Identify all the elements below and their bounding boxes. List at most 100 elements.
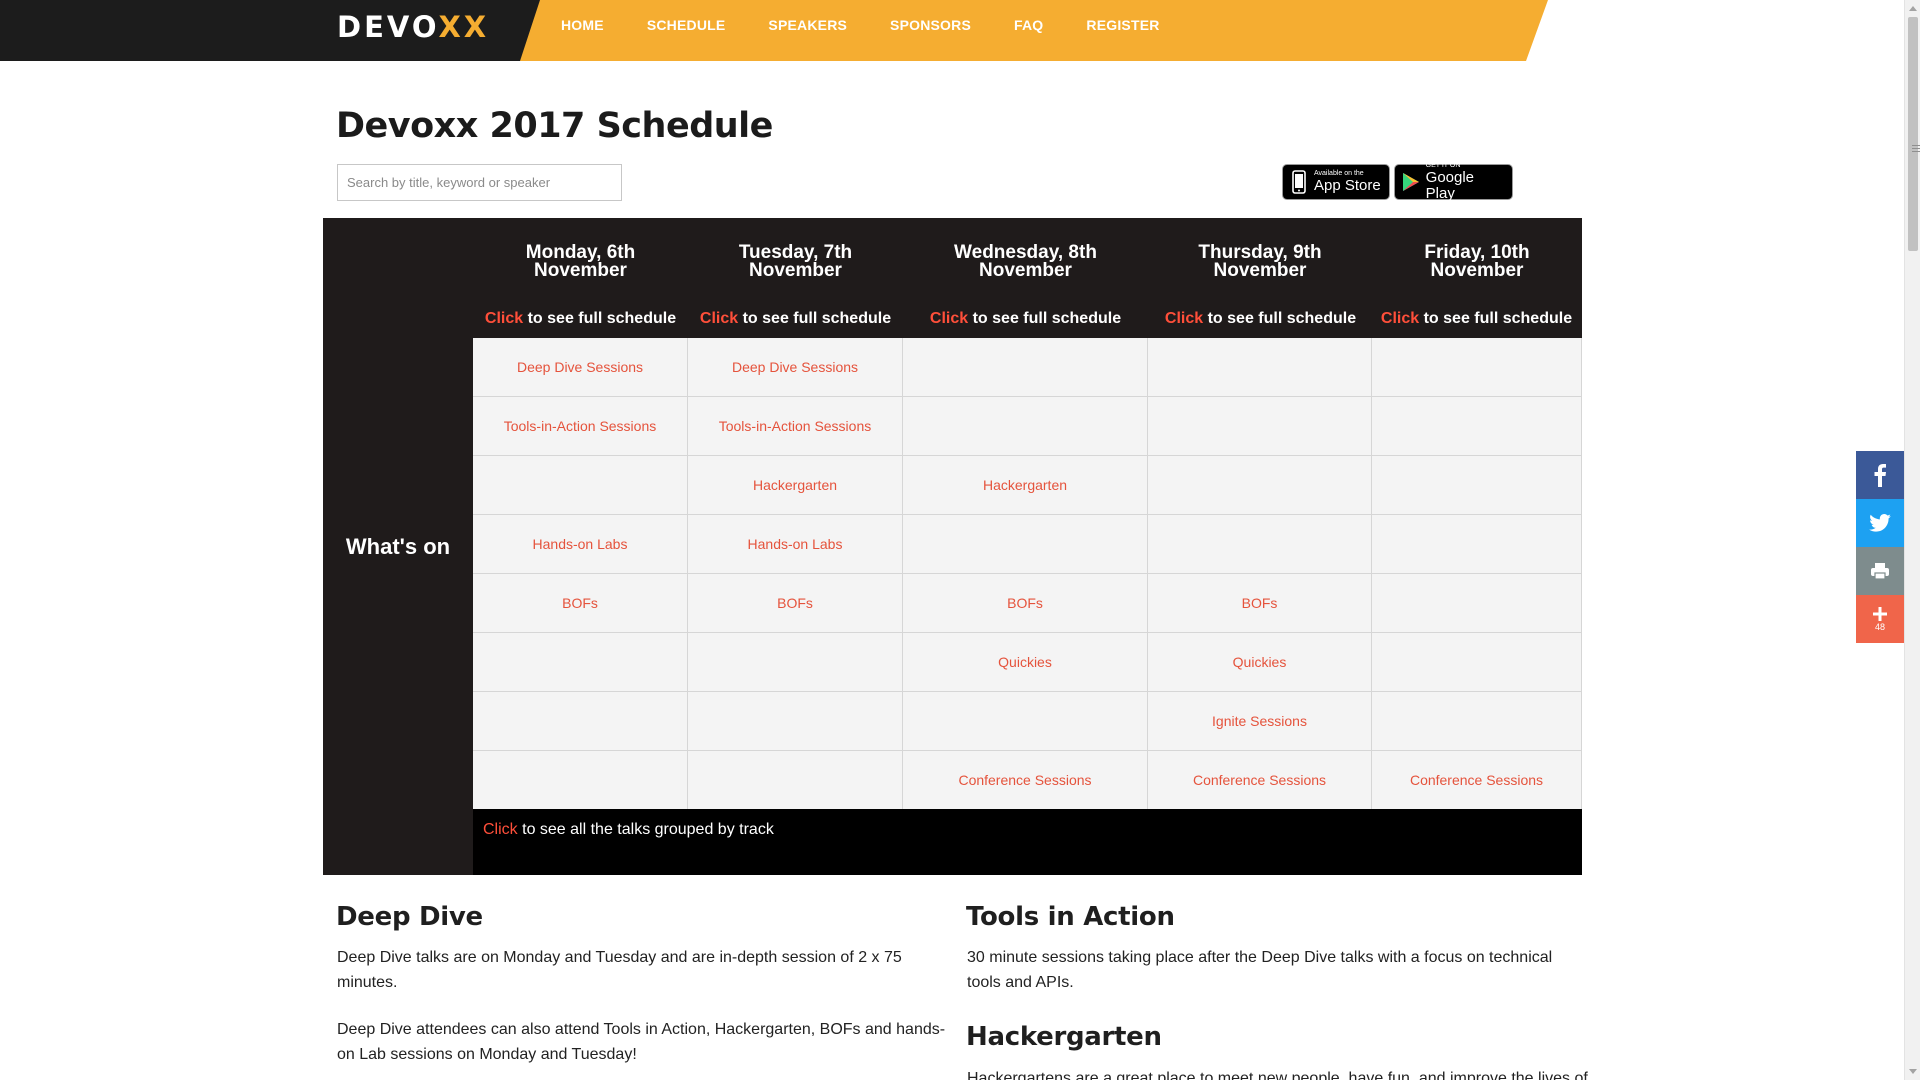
nav-home[interactable]: HOME (561, 17, 604, 33)
plus-icon (1873, 607, 1887, 621)
session-cell[interactable]: Hands-on Labs (473, 515, 688, 574)
grouped-by-track-link[interactable]: Click to see all the talks grouped by tr… (473, 809, 1582, 875)
empty-session-cell (1372, 574, 1582, 633)
tools-line2: tools and APIs. (967, 974, 1074, 991)
google-play-button[interactable]: GET IT ON Google Play (1394, 162, 1513, 202)
session-cell[interactable]: Hackergarten (688, 456, 903, 515)
session-link[interactable]: Hackergarten (753, 477, 837, 493)
full-schedule-text: to see full schedule (523, 310, 677, 327)
click-word: Click (483, 821, 518, 838)
apple-icon (1289, 169, 1309, 195)
empty-session-cell (473, 633, 688, 692)
session-cell[interactable]: Deep Dive Sessions (473, 338, 688, 397)
session-link[interactable]: Conference Sessions (1410, 772, 1543, 788)
session-link[interactable]: Conference Sessions (1193, 772, 1326, 788)
session-link[interactable]: Tools-in-Action Sessions (719, 418, 872, 434)
session-link[interactable]: Quickies (998, 654, 1052, 670)
logo-accent-text: XX (438, 10, 490, 44)
scroll-up-arrow[interactable] (1909, 6, 1917, 11)
session-cell[interactable]: Deep Dive Sessions (688, 338, 903, 397)
empty-session-cell (688, 692, 903, 751)
deep-dive-p2-line2: on Lab sessions on Monday and Tuesday! (337, 1046, 637, 1063)
print-share-button[interactable] (1856, 547, 1904, 595)
click-word: Click (929, 310, 969, 327)
nav-speakers[interactable]: SPEAKERS (768, 17, 847, 33)
facebook-share-button[interactable] (1856, 451, 1904, 499)
hackergarten-paragraph: Hackergartens are a great place to meet … (967, 1066, 1607, 1080)
tools-line1: 30 minute sessions taking place after th… (967, 949, 1553, 966)
nav-schedule[interactable]: SCHEDULE (647, 17, 726, 33)
nav-sponsors[interactable]: SPONSORS (890, 17, 971, 33)
scroll-thumb[interactable] (1908, 17, 1920, 251)
twitter-icon (1869, 514, 1891, 532)
empty-session-cell (688, 751, 903, 810)
session-link[interactable]: Conference Sessions (958, 772, 1091, 788)
session-link[interactable]: BOFs (562, 595, 598, 611)
app-store-big-text: App Store (1314, 177, 1381, 194)
day-name-line2: November (979, 260, 1072, 281)
session-link[interactable]: BOFs (1242, 595, 1278, 611)
deep-dive-paragraph-1: Deep Dive talks are on Monday and Tuesda… (337, 945, 967, 995)
empty-session-cell (1148, 515, 1372, 574)
nav-faq[interactable]: FAQ (1014, 17, 1043, 33)
session-link[interactable]: Hackergarten (983, 477, 1067, 493)
session-link[interactable]: BOFs (1007, 595, 1043, 611)
devoxx-logo[interactable]: DEVOXX (337, 10, 489, 44)
session-grid: Deep Dive Sessions Deep Dive Sessions Tool… (473, 338, 1582, 810)
schedule-table: What's on Monday, 6th November Tuesday, … (323, 218, 1582, 875)
session-link[interactable]: Hands-on Labs (748, 536, 843, 552)
session-link[interactable]: Tools-in-Action Sessions (504, 418, 657, 434)
session-cell[interactable]: Quickies (1148, 633, 1372, 692)
full-schedule-link-friday[interactable]: Click to see full schedule (1369, 310, 1584, 328)
session-cell[interactable]: Conference Sessions (1372, 751, 1582, 810)
empty-session-cell (1372, 397, 1582, 456)
hackergarten-heading: Hackergarten (966, 1022, 1162, 1052)
twitter-share-button[interactable] (1856, 499, 1904, 547)
session-cell[interactable]: BOFs (688, 574, 903, 633)
session-cell[interactable]: BOFs (473, 574, 688, 633)
deep-dive-paragraph-2: Deep Dive attendees can also attend Tool… (337, 1017, 967, 1067)
session-cell[interactable]: Tools-in-Action Sessions (473, 397, 688, 456)
session-cell[interactable]: Ignite Sessions (1148, 692, 1372, 751)
session-link[interactable]: Quickies (1233, 654, 1287, 670)
empty-session-cell (903, 692, 1148, 751)
full-schedule-link-wednesday[interactable]: Click to see full schedule (918, 310, 1133, 328)
empty-session-cell (1372, 338, 1582, 397)
session-cell[interactable]: Tools-in-Action Sessions (688, 397, 903, 456)
full-schedule-link-tuesday[interactable]: Click to see full schedule (688, 310, 903, 328)
session-cell[interactable]: Conference Sessions (1148, 751, 1372, 810)
session-cell[interactable]: Hands-on Labs (688, 515, 903, 574)
session-link[interactable]: BOFs (777, 595, 813, 611)
session-link[interactable]: Deep Dive Sessions (517, 359, 643, 375)
session-link[interactable]: Deep Dive Sessions (732, 359, 858, 375)
day-header-friday: Friday, 10th November (1372, 243, 1582, 281)
session-link[interactable]: Ignite Sessions (1212, 713, 1307, 729)
nav-register[interactable]: REGISTER (1086, 17, 1159, 33)
session-cell[interactable]: BOFs (903, 574, 1148, 633)
session-cell[interactable]: Quickies (903, 633, 1148, 692)
session-cell[interactable]: Conference Sessions (903, 751, 1148, 810)
full-schedule-link-thursday[interactable]: Click to see full schedule (1153, 310, 1368, 328)
page-scrollbar[interactable] (1904, 0, 1920, 1080)
day-name-line2: November (749, 260, 842, 281)
deep-dive-p1-line2: minutes. (337, 974, 398, 991)
main-nav: HOME SCHEDULE SPEAKERS SPONSORS FAQ REGI… (561, 0, 1203, 50)
facebook-icon (1874, 464, 1886, 487)
empty-session-cell (1372, 692, 1582, 751)
session-cell[interactable]: BOFs (1148, 574, 1372, 633)
grouped-by-track-text: to see all the talks grouped by track (517, 821, 774, 838)
app-store-button[interactable]: Available on the App Store (1282, 164, 1390, 200)
google-play-icon (1401, 169, 1421, 195)
scroll-down-arrow[interactable] (1909, 1069, 1917, 1074)
deep-dive-p2-line1: Deep Dive attendees can also attend Tool… (337, 1021, 946, 1038)
session-cell[interactable]: Hackergarten (903, 456, 1148, 515)
deep-dive-heading: Deep Dive (336, 902, 483, 932)
more-share-button[interactable]: 48 (1856, 595, 1904, 643)
share-count: 48 (1874, 622, 1885, 632)
session-link[interactable]: Hands-on Labs (533, 536, 628, 552)
full-schedule-link-monday[interactable]: Click to see full schedule (473, 310, 688, 328)
day-name-line2: November (1430, 260, 1524, 281)
print-icon (1871, 563, 1889, 580)
tools-in-action-paragraph: 30 minute sessions taking place after th… (967, 945, 1587, 995)
search-input[interactable] (337, 164, 622, 201)
